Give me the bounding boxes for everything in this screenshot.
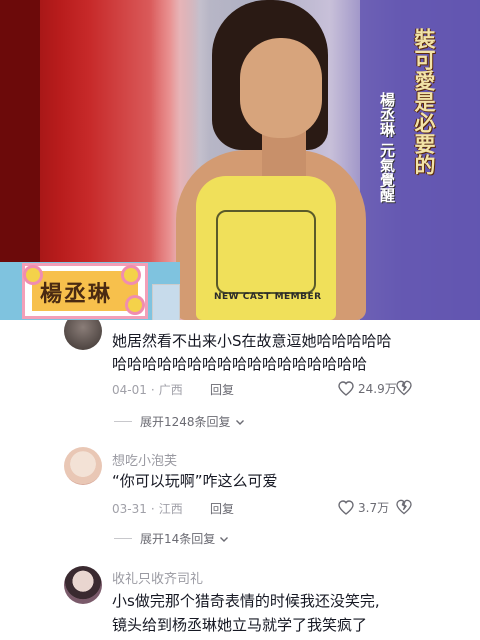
chevron-down-icon [235, 419, 244, 425]
video-frame[interactable]: NEW CAST MEMBER 裝可愛是必要的 楊丞琳 元氣覺醒 楊丞琳 [0, 0, 480, 320]
flower-decoration [128, 298, 142, 312]
avatar[interactable] [64, 320, 102, 350]
video-caption-sub: 楊丞琳 元氣覺醒 [378, 92, 396, 203]
water-glass [152, 284, 180, 320]
like-count: 3.7万 [358, 501, 390, 515]
like-button[interactable]: 3.7万 [338, 499, 389, 516]
reply-button[interactable]: 回复 [210, 381, 234, 398]
reply-button[interactable]: 回复 [210, 500, 234, 517]
comment-username[interactable]: 收礼只收齐司礼 [112, 568, 203, 587]
comment-date: 03-31 [112, 502, 147, 516]
dislike-icon [396, 380, 412, 396]
dislike-button[interactable] [396, 499, 412, 519]
comment-list[interactable]: 她居然看不出来小S在故意逗她哈哈哈哈哈 哈哈哈哈哈哈哈哈哈哈哈哈哈哈哈哈哈 04… [0, 320, 480, 640]
dislike-button[interactable] [396, 380, 412, 400]
divider [114, 538, 132, 539]
comment-text-line: 镜头给到杨丞琳她立马就学了我笑疯了 [112, 616, 368, 634]
like-count: 24.9万 [358, 382, 397, 396]
comment-text-line: 哈哈哈哈哈哈哈哈哈哈哈哈哈哈哈哈哈 [112, 355, 368, 373]
heart-icon [338, 381, 354, 396]
comment-text-line: “你可以玩啊”咋这么可爱 [112, 472, 278, 490]
shirt-text: NEW CAST MEMBER [214, 292, 322, 302]
comment-text-line: 她居然看不出来小S在故意逗她哈哈哈哈哈 [112, 332, 392, 350]
flower-decoration [124, 268, 138, 282]
person-face [240, 38, 322, 138]
expand-replies-button[interactable]: 展开1248条回复 [114, 413, 246, 430]
comment-username[interactable]: 想吃小泡芙 [112, 450, 177, 469]
heart-icon [338, 500, 354, 515]
comment-meta: 03-31 · 江西 [112, 502, 183, 516]
comment-location: 广西 [158, 383, 183, 397]
name-sign-text: 楊丞琳 [40, 281, 113, 307]
avatar[interactable] [64, 447, 102, 485]
expand-replies-button[interactable]: 展开14条回复 [114, 530, 230, 547]
flower-decoration [26, 268, 40, 282]
comment-meta: 04-01 · 广西 [112, 383, 183, 397]
avatar[interactable] [64, 566, 102, 604]
shirt-print [216, 210, 316, 294]
comment-location: 江西 [158, 502, 183, 516]
chevron-down-icon [220, 536, 229, 542]
comment-text-line: 小s做完那个猎奇表情的时候我还没笑完, [112, 592, 380, 610]
dislike-icon [396, 499, 412, 515]
divider [114, 421, 132, 422]
like-button[interactable]: 24.9万 [338, 380, 397, 397]
expand-replies-label: 展开1248条回复 [140, 415, 231, 429]
video-caption-main: 裝可愛是必要的 [412, 28, 436, 175]
comment-date: 04-01 [112, 383, 147, 397]
expand-replies-label: 展开14条回复 [140, 532, 216, 546]
